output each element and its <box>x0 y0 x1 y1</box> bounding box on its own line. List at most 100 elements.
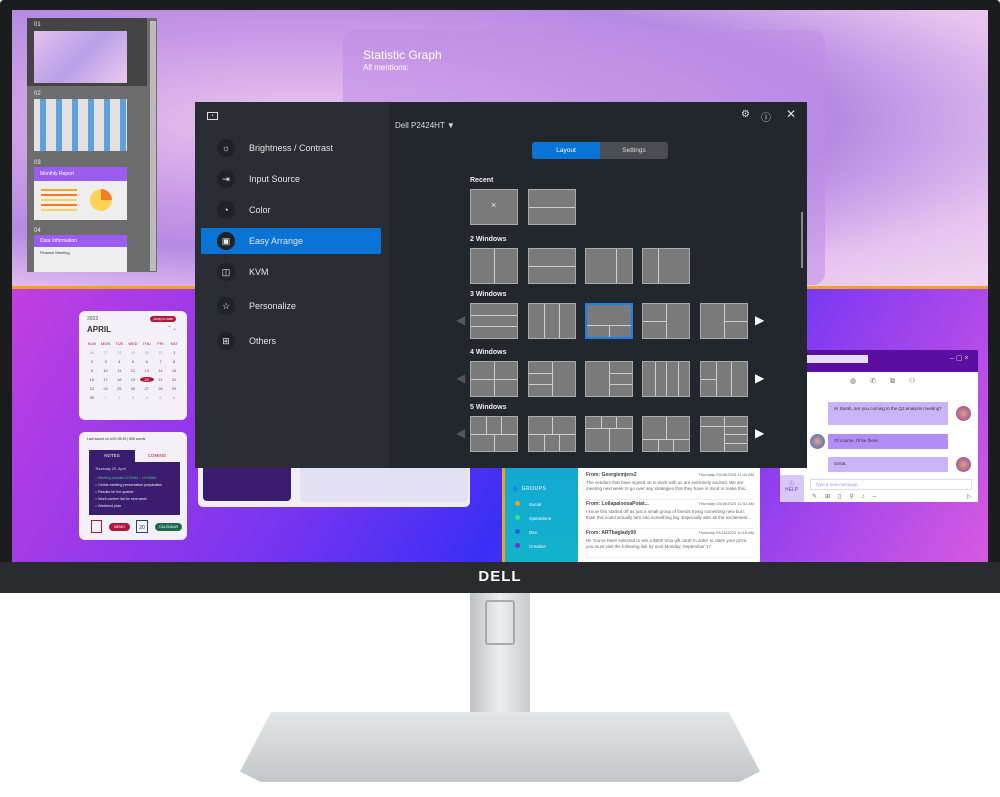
menu-item-others[interactable]: ⊞ Others <box>201 328 381 354</box>
tab-settings[interactable]: Settings <box>600 142 668 159</box>
compose-toolbar-icons[interactable]: ✎⊞▯⚲♪– <box>812 493 884 500</box>
calendar-day[interactable]: 30 <box>85 395 99 400</box>
menu-item-input-source[interactable]: ⇥ Input Source <box>201 166 381 192</box>
scroll-right-arrow-icon[interactable]: ▶ <box>755 313 764 327</box>
layout-grid4[interactable] <box>470 361 518 397</box>
calendar-day[interactable]: 6 <box>167 395 181 400</box>
message-input[interactable]: Type a new message <box>810 479 972 490</box>
slide-thumbnail[interactable] <box>34 99 127 151</box>
layout-left-right2[interactable] <box>700 303 748 339</box>
calendar-day-today[interactable]: 20 <box>139 377 154 382</box>
scroll-right-arrow-icon[interactable]: ▶ <box>755 371 764 385</box>
email-item[interactable]: From: LollapaloosaPotat... Thursday 03/16… <box>586 501 754 529</box>
note-item[interactable]: ○ Online meeting presentation preparatio… <box>89 481 180 488</box>
layout-v2[interactable] <box>470 248 518 284</box>
calendar-day[interactable]: 23 <box>85 386 99 391</box>
calendar-day[interactable]: 2 <box>85 359 99 364</box>
calendar-day[interactable]: 28 <box>154 386 168 391</box>
layout-empty[interactable]: × <box>470 189 518 225</box>
layout-top-bottom2[interactable] <box>585 303 633 339</box>
layout-v2-left[interactable] <box>642 248 690 284</box>
calendar-day[interactable]: 26 <box>85 350 99 355</box>
calendar-day[interactable]: 10 <box>99 368 113 373</box>
chat-toolbar-icons[interactable]: ◍✆⧉⚇ <box>850 377 929 386</box>
memo-button[interactable]: MEMO <box>109 523 130 531</box>
layout-v4[interactable] <box>642 361 690 397</box>
note-item[interactable]: ○ Weekend plan <box>89 502 180 509</box>
jump-to-date-button[interactable]: Jump to date <box>150 316 177 322</box>
calendar-day[interactable]: 25 <box>112 386 126 391</box>
menu-item-color[interactable]: ◔ Color <box>201 197 381 223</box>
layout-left3-right[interactable] <box>528 361 576 397</box>
note-item[interactable]: ○ Meeting minutes 9:30AM – 10:00AM <box>89 474 180 481</box>
month-nav-icons[interactable]: ⌃⌄ <box>167 325 177 332</box>
slide-thumbnail[interactable]: Monthly Report <box>34 167 127 220</box>
group-item[interactable]: Creative <box>515 543 546 549</box>
calendar-day[interactable]: 2 <box>112 395 126 400</box>
tab-coming[interactable]: COMING <box>135 450 179 462</box>
calendar-day[interactable]: 21 <box>154 377 168 382</box>
calendar-day[interactable]: 4 <box>112 359 126 364</box>
calendar-day[interactable]: 17 <box>99 377 113 382</box>
scrollbar[interactable] <box>801 212 803 268</box>
calendar-day[interactable]: 5 <box>126 359 140 364</box>
group-item[interactable]: Dev <box>515 529 537 535</box>
tab-layout[interactable]: Layout <box>532 142 600 159</box>
scroll-left-arrow-icon[interactable]: ◀ <box>456 313 465 327</box>
note-item[interactable]: ○ Results for the quarter <box>89 488 180 495</box>
calendar-day[interactable]: 7 <box>154 359 168 364</box>
calendar-day[interactable]: 27 <box>140 386 154 391</box>
layout-v2-right[interactable] <box>585 248 633 284</box>
layout-v3[interactable] <box>528 303 576 339</box>
calendar-day[interactable]: 16 <box>85 377 99 382</box>
scroll-left-arrow-icon[interactable]: ◀ <box>456 371 465 385</box>
close-icon[interactable]: ✕ <box>786 107 796 121</box>
calendar-day[interactable]: 5 <box>154 395 168 400</box>
group-item[interactable]: Operations <box>515 515 551 521</box>
layout-top2-bottom3b[interactable] <box>642 416 690 452</box>
calendar-day[interactable]: 13 <box>140 368 154 373</box>
scroll-left-arrow-icon[interactable]: ◀ <box>456 426 465 440</box>
calendar-day[interactable]: 12 <box>126 368 140 373</box>
send-icon[interactable]: ▷ <box>967 493 972 500</box>
calendar-day[interactable]: 22 <box>167 377 181 382</box>
group-item[interactable]: Social <box>515 501 541 507</box>
calendar-day[interactable]: 1 <box>167 350 181 355</box>
scrollbar[interactable] <box>150 21 156 271</box>
email-item[interactable]: From: Georgiemjers2 Thursday 03/16/2023 1… <box>586 472 754 500</box>
calendar-day[interactable]: 28 <box>112 350 126 355</box>
calendar-day[interactable]: 1 <box>99 395 113 400</box>
calendar-day[interactable]: 30 <box>140 350 154 355</box>
settings-gear-icon[interactable]: ⚙ <box>741 109 750 120</box>
calendar-day[interactable]: 27 <box>99 350 113 355</box>
calendar-day[interactable]: 3 <box>99 359 113 364</box>
email-item[interactable]: From: ARTbaglady00 Thursday 03/16/2023 10… <box>586 530 754 558</box>
menu-item-kvm[interactable]: ◫ KVM <box>201 259 381 285</box>
layout-left-right4[interactable] <box>700 416 748 452</box>
calendar-button[interactable]: CALENDAR <box>155 523 183 531</box>
calendar-day[interactable]: 9 <box>85 368 99 373</box>
calendar-day[interactable]: 18 <box>112 377 126 382</box>
slide-thumbnail[interactable] <box>34 31 127 83</box>
calendar-day[interactable]: 24 <box>99 386 113 391</box>
calendar-day[interactable]: 26 <box>126 386 140 391</box>
layout-left2-right[interactable] <box>642 303 690 339</box>
calendar-day[interactable]: 3 <box>126 395 140 400</box>
layout-h3[interactable] <box>470 303 518 339</box>
layout-top2-bottom3[interactable] <box>528 416 576 452</box>
layout-top3-bottom2[interactable] <box>470 416 518 452</box>
calendar-day[interactable]: 4 <box>140 395 154 400</box>
calendar-day[interactable]: 29 <box>167 386 181 391</box>
layout-h2[interactable] <box>528 189 576 225</box>
calendar-day[interactable]: 15 <box>167 368 181 373</box>
calendar-day[interactable]: 8 <box>167 359 181 364</box>
tab-notes[interactable]: NOTES <box>89 450 135 462</box>
calendar-day[interactable]: 19 <box>126 377 140 382</box>
note-item[interactable]: ○ Work content list for next week <box>89 495 180 502</box>
layout-h2[interactable] <box>528 248 576 284</box>
help-button[interactable]: ⓘ HELP <box>785 480 798 493</box>
calendar-year[interactable]: 2023 <box>87 316 98 322</box>
window-controls[interactable]: – ▢ × <box>950 354 968 362</box>
calendar-day[interactable]: 11 <box>112 368 126 373</box>
calendar-day[interactable]: 6 <box>140 359 154 364</box>
